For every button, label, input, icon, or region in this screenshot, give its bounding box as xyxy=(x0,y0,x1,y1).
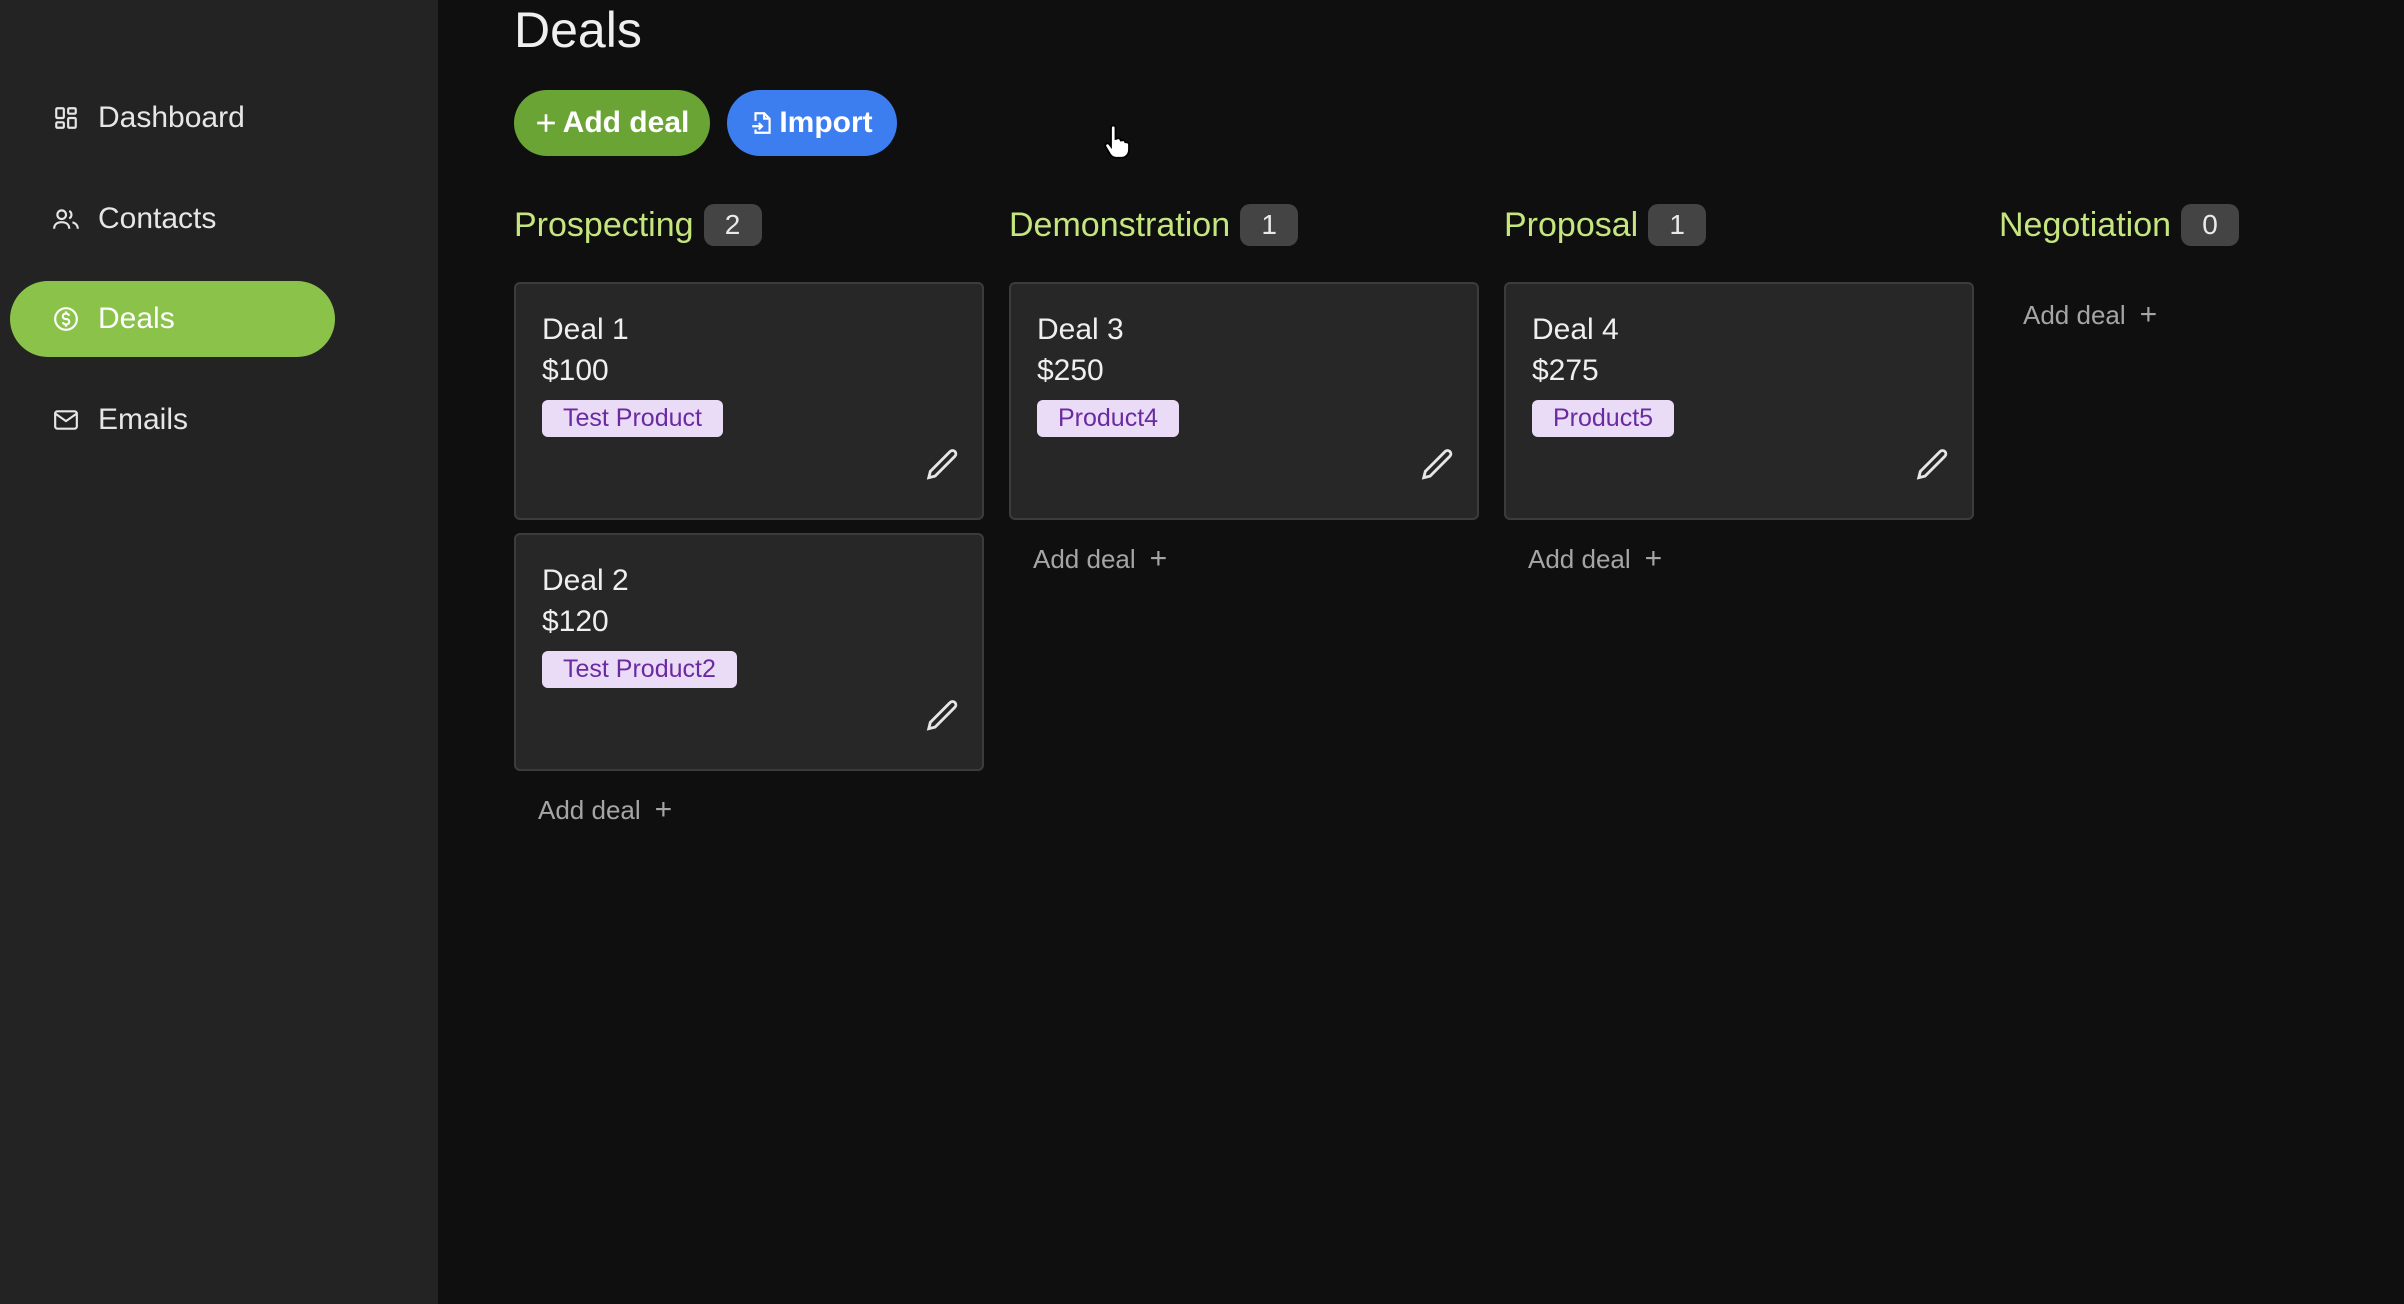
deal-name: Deal 2 xyxy=(542,564,629,597)
deal-name: Deal 1 xyxy=(542,313,629,346)
column-count-badge: 1 xyxy=(1648,204,1707,246)
users-icon xyxy=(52,205,80,233)
add-deal-label: Add deal xyxy=(1528,543,1631,574)
pencil-icon[interactable] xyxy=(1419,446,1457,484)
sidebar-item-dashboard[interactable]: Dashboard xyxy=(10,80,335,156)
mail-icon xyxy=(52,406,80,434)
add-deal-link[interactable]: Add deal + xyxy=(2023,298,2157,332)
deal-card[interactable]: Deal 1 $100 Test Product xyxy=(514,282,984,520)
deal-amount: $100 xyxy=(542,354,609,387)
plus-icon: + xyxy=(2139,298,2158,331)
column-title: Demonstration xyxy=(1009,205,1231,244)
add-deal-button-label: Add deal xyxy=(562,106,690,139)
product-tag: Test Product xyxy=(542,400,723,437)
deal-amount: $275 xyxy=(1532,354,1599,387)
grid-icon xyxy=(52,104,80,132)
import-button[interactable]: Import xyxy=(727,90,897,156)
sidebar-item-label: Emails xyxy=(98,403,189,436)
column-demonstration: Demonstration 1 Deal 3 $250 Product4 Add… xyxy=(1009,200,1479,576)
plus-icon: + xyxy=(1149,542,1168,575)
plus-icon xyxy=(535,112,557,134)
column-proposal: Proposal 1 Deal 4 $275 Product5 Add deal… xyxy=(1504,200,1974,576)
add-deal-button[interactable]: Add deal xyxy=(514,90,710,156)
product-tag: Test Product2 xyxy=(542,651,737,688)
column-header: Negotiation 0 xyxy=(1999,200,2299,250)
file-import-icon xyxy=(751,110,773,136)
add-deal-label: Add deal xyxy=(1033,543,1136,574)
column-title: Proposal xyxy=(1504,205,1639,244)
column-count-badge: 1 xyxy=(1240,204,1299,246)
sidebar-item-label: Dashboard xyxy=(98,101,245,134)
sidebar-item-label: Contacts xyxy=(98,202,217,235)
deal-amount: $120 xyxy=(542,605,609,638)
column-count-badge: 2 xyxy=(703,204,762,246)
column-count-badge: 0 xyxy=(2181,204,2240,246)
add-deal-label: Add deal xyxy=(538,794,641,825)
hand-pointer-cursor-icon xyxy=(1102,124,1132,160)
column-header: Proposal 1 xyxy=(1504,200,1974,250)
product-tag: Product4 xyxy=(1037,400,1180,437)
deal-name: Deal 3 xyxy=(1037,313,1124,346)
plus-icon: + xyxy=(1644,542,1663,575)
import-button-label: Import xyxy=(779,106,873,139)
sidebar-item-deals[interactable]: Deals xyxy=(10,281,335,357)
deal-card[interactable]: Deal 3 $250 Product4 xyxy=(1009,282,1479,520)
sidebar-item-contacts[interactable]: Contacts xyxy=(10,181,335,257)
main-content: Deals Add deal Import Prospecting 2 Deal… xyxy=(438,0,2404,1304)
deal-amount: $250 xyxy=(1037,354,1104,387)
sidebar: Dashboard Contacts Deals Emails xyxy=(0,0,438,1304)
add-deal-link[interactable]: Add deal + xyxy=(1033,542,1167,576)
sidebar-item-label: Deals xyxy=(98,302,175,335)
dollar-circle-icon xyxy=(52,305,80,333)
column-title: Prospecting xyxy=(514,205,694,244)
product-tag: Product5 xyxy=(1532,400,1675,437)
pencil-icon[interactable] xyxy=(1914,446,1952,484)
deal-name: Deal 4 xyxy=(1532,313,1619,346)
add-deal-link[interactable]: Add deal + xyxy=(538,793,672,827)
page-title: Deals xyxy=(514,2,642,58)
pencil-icon[interactable] xyxy=(924,697,962,735)
app-root: Dashboard Contacts Deals Emails Deals Ad… xyxy=(0,0,2404,1304)
add-deal-label: Add deal xyxy=(2023,299,2126,330)
deal-card[interactable]: Deal 2 $120 Test Product2 xyxy=(514,533,984,771)
pencil-icon[interactable] xyxy=(924,446,962,484)
deal-card[interactable]: Deal 4 $275 Product5 xyxy=(1504,282,1974,520)
column-title: Negotiation xyxy=(1999,205,2172,244)
plus-icon: + xyxy=(654,793,673,826)
column-prospecting: Prospecting 2 Deal 1 $100 Test Product D… xyxy=(514,200,984,827)
column-negotiation: Negotiation 0 Add deal + xyxy=(1999,200,2299,332)
column-header: Prospecting 2 xyxy=(514,200,984,250)
column-header: Demonstration 1 xyxy=(1009,200,1479,250)
add-deal-link[interactable]: Add deal + xyxy=(1528,542,1662,576)
sidebar-item-emails[interactable]: Emails xyxy=(10,382,335,458)
